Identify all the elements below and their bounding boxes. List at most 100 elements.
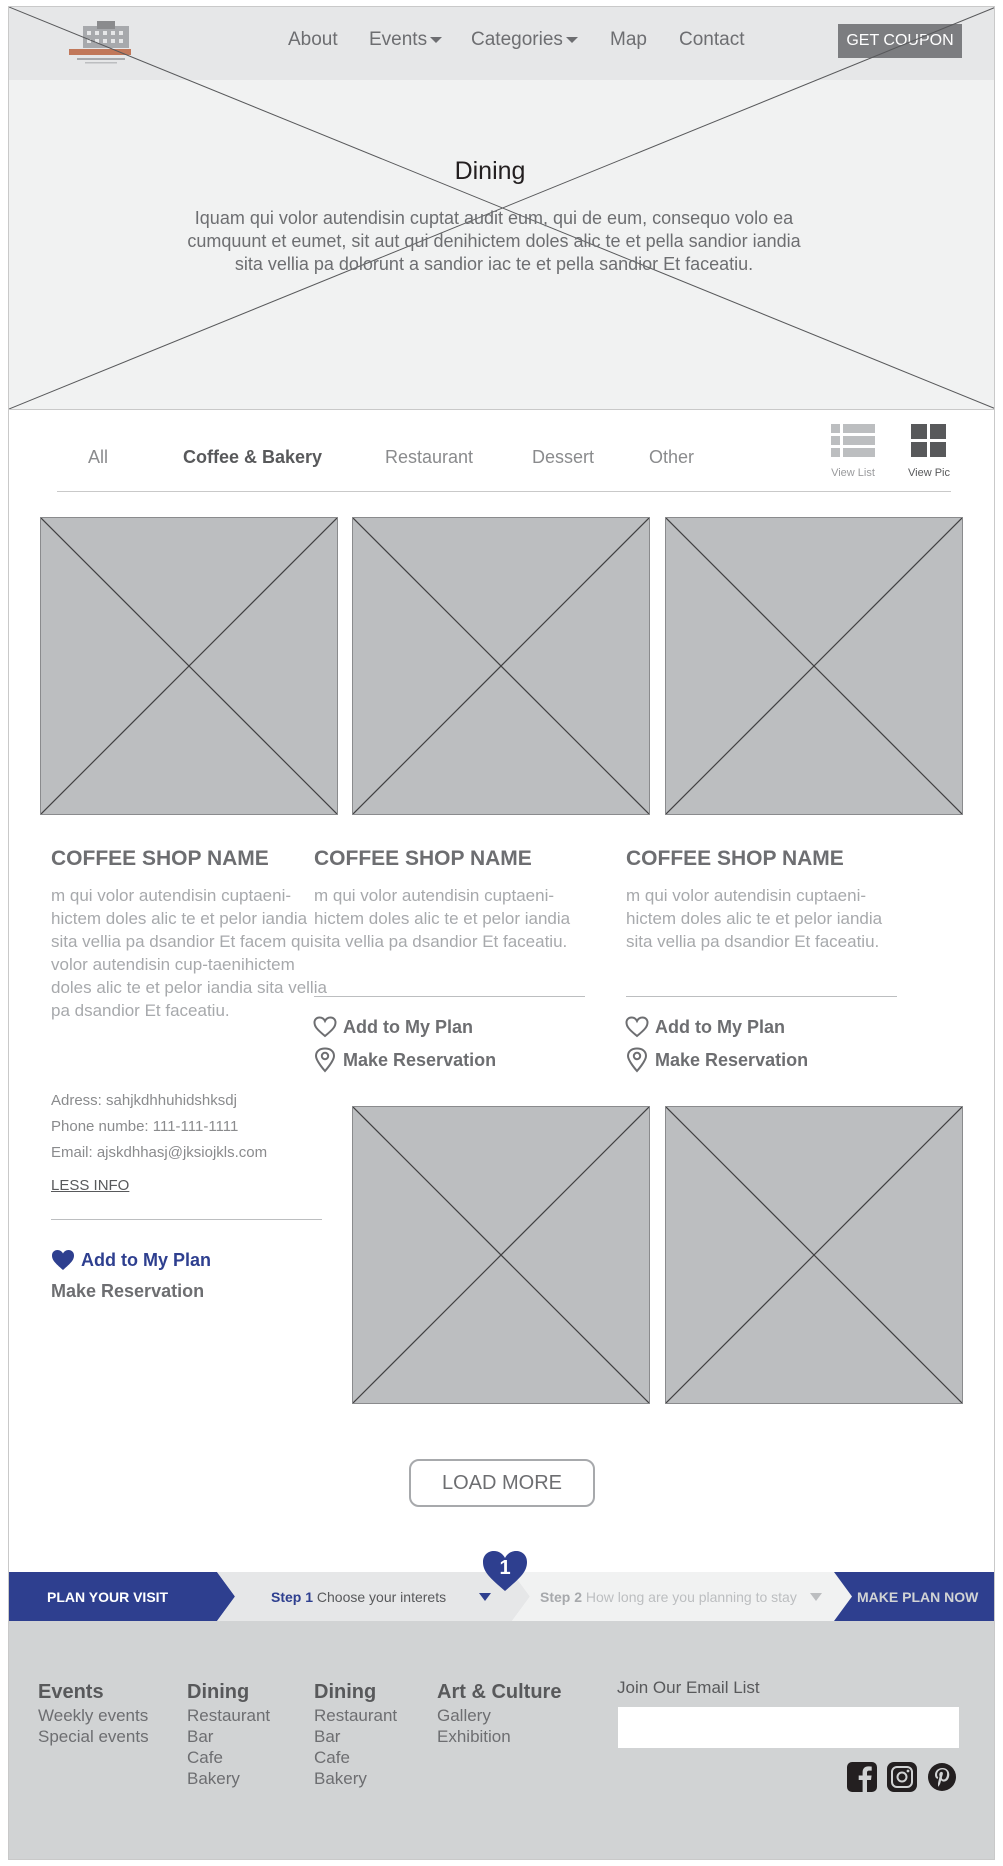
- card-3-make-reservation[interactable]: Make Reservation: [625, 1047, 808, 1073]
- filter-tab-coffee-bakery[interactable]: Coffee & Bakery: [183, 447, 322, 468]
- filter-divider: [57, 491, 951, 492]
- dropdown-caret-icon: [430, 36, 443, 43]
- card-1-title[interactable]: COFFEE SHOP NAME: [51, 847, 269, 871]
- logo-image[interactable]: [69, 18, 149, 66]
- view-pic-label: View Pic: [908, 467, 950, 479]
- card-2-add-to-plan-label: Add to My Plan: [343, 1016, 473, 1037]
- step-1-text: Choose your interets: [316, 1589, 447, 1605]
- card-3-divider: [626, 996, 897, 997]
- email-input[interactable]: [617, 1706, 960, 1749]
- filter-tab-dessert[interactable]: Dessert: [532, 447, 594, 468]
- footer-link[interactable]: Special events: [38, 1726, 149, 1747]
- card-2-image[interactable]: [352, 517, 650, 815]
- footer-column-events: Events Weekly events Special events: [38, 1679, 149, 1747]
- facebook-icon[interactable]: [847, 1762, 877, 1792]
- step-2-label: Step 2: [540, 1589, 583, 1605]
- image-placeholder-cross: [353, 518, 649, 814]
- get-coupon-button[interactable]: GET COUPON: [838, 24, 962, 58]
- step-2-selector[interactable]: Step 2 How long are you planning to stay: [540, 1589, 797, 1605]
- footer-link[interactable]: Bar: [314, 1726, 397, 1747]
- footer-link[interactable]: Bar: [187, 1726, 270, 1747]
- nav-categories-label: Categories: [471, 29, 563, 50]
- footer-link[interactable]: Restaurant: [187, 1705, 270, 1726]
- footer-link[interactable]: Cafe: [314, 1747, 397, 1768]
- footer-heading: Art & Culture: [437, 1681, 562, 1703]
- grid-view-icon: [911, 424, 946, 457]
- heart-outline-icon: [313, 1016, 337, 1038]
- footer-heading: Dining: [187, 1681, 250, 1703]
- load-more-button[interactable]: LOAD MORE: [409, 1459, 595, 1507]
- view-list-button[interactable]: View List: [828, 424, 878, 479]
- image-placeholder-cross: [666, 518, 962, 814]
- footer-link[interactable]: Cafe: [187, 1747, 270, 1768]
- footer-heading: Events: [38, 1681, 104, 1703]
- filter-tab-restaurant[interactable]: Restaurant: [385, 447, 473, 468]
- card-1-image[interactable]: [40, 517, 338, 815]
- list-view-icon: [831, 424, 875, 457]
- step-2-text: How long are you planning to stay: [585, 1589, 797, 1605]
- image-placeholder-cross: [41, 518, 337, 814]
- page-title: Dining: [454, 157, 526, 185]
- plan-count-badge[interactable]: 1: [482, 1550, 528, 1592]
- location-pin-icon: [626, 1047, 648, 1073]
- footer: Events Weekly events Special events Dini…: [9, 1621, 994, 1859]
- step-1-label: Step 1: [271, 1589, 314, 1605]
- card-2-make-reservation[interactable]: Make Reservation: [313, 1047, 496, 1073]
- pinterest-icon[interactable]: [927, 1762, 957, 1792]
- card-3-title[interactable]: COFFEE SHOP NAME: [626, 847, 844, 871]
- footer-link[interactable]: Gallery: [437, 1705, 561, 1726]
- footer-link[interactable]: Bakery: [187, 1768, 270, 1789]
- top-navbar: About Events Categories Map Contact GET …: [9, 7, 994, 80]
- filter-tab-other[interactable]: Other: [649, 447, 694, 468]
- footer-link[interactable]: Exhibition: [437, 1726, 561, 1747]
- card-2-title[interactable]: COFFEE SHOP NAME: [314, 847, 532, 871]
- card-3-add-to-plan[interactable]: Add to My Plan: [625, 1016, 785, 1038]
- card-1-add-to-plan-label: Add to My Plan: [81, 1249, 211, 1270]
- plan-count-value: 1: [499, 1557, 511, 1579]
- card-3-image[interactable]: [665, 517, 963, 815]
- card-1-make-reservation-label: Make Reservation: [51, 1281, 205, 1301]
- card-1-description: m qui volor autendisin cuptaeni-hictem d…: [51, 886, 327, 1020]
- dropdown-caret-icon: [565, 36, 578, 43]
- footer-link[interactable]: Bakery: [314, 1768, 397, 1789]
- nav-contact[interactable]: Contact: [679, 29, 744, 51]
- instagram-icon[interactable]: [887, 1762, 917, 1792]
- nav-categories[interactable]: Categories: [471, 29, 578, 51]
- hero-section: About Events Categories Map Contact GET …: [9, 7, 994, 410]
- nav-map[interactable]: Map: [610, 29, 647, 51]
- image-placeholder-cross: [353, 1107, 649, 1403]
- less-info-link[interactable]: LESS INFO: [51, 1177, 129, 1194]
- card-2-description: m qui volor autendisin cuptaeni-hictem d…: [314, 886, 571, 951]
- card-1-address: Adress: sahjkdhhuhidshksdj: [51, 1092, 237, 1109]
- nav-about[interactable]: About: [288, 29, 338, 51]
- location-pin-icon: [314, 1047, 336, 1073]
- card-3-add-to-plan-label: Add to My Plan: [655, 1016, 785, 1037]
- plan-your-visit-label: PLAN YOUR VISIT: [47, 1589, 169, 1605]
- view-pic-button[interactable]: View Pic: [904, 424, 954, 479]
- footer-column-dining: Dining Restaurant Bar Cafe Bakery: [187, 1679, 270, 1789]
- chevron-down-icon[interactable]: [479, 1593, 491, 1601]
- chevron-down-icon[interactable]: [810, 1593, 822, 1601]
- nav-events[interactable]: Events: [369, 29, 443, 51]
- hero-description: Iquam qui volor autendisin cuptat audit …: [187, 208, 801, 274]
- footer-heading: Dining: [314, 1681, 377, 1703]
- step-1-selector[interactable]: Step 1 Choose your interets: [271, 1589, 446, 1605]
- footer-link[interactable]: Restaurant: [314, 1705, 397, 1726]
- image-placeholder-cross: [666, 1107, 962, 1403]
- heart-outline-icon: [625, 1016, 649, 1038]
- nav-events-label: Events: [369, 29, 428, 50]
- card-1-email: Email: ajskdhhasj@jksiojkls.com: [51, 1144, 268, 1161]
- heart-filled-icon: [52, 1250, 74, 1270]
- card-1-add-to-plan[interactable]: Add to My Plan: [51, 1249, 211, 1271]
- card-1-make-reservation[interactable]: Make Reservation: [51, 1281, 204, 1302]
- card-3-description: m qui volor autendisin cuptaeni-hictem d…: [626, 886, 883, 951]
- card-2-add-to-plan[interactable]: Add to My Plan: [313, 1016, 473, 1038]
- card-4-image[interactable]: [352, 1106, 650, 1404]
- make-plan-now-button[interactable]: MAKE PLAN NOW: [857, 1589, 978, 1605]
- card-5-image[interactable]: [665, 1106, 963, 1404]
- footer-column-art-culture: Art & Culture Gallery Exhibition: [437, 1679, 561, 1747]
- filter-tab-all[interactable]: All: [88, 447, 108, 468]
- footer-link[interactable]: Weekly events: [38, 1705, 149, 1726]
- card-3-make-reservation-label: Make Reservation: [655, 1049, 809, 1070]
- email-list-label: Join Our Email List: [617, 1678, 760, 1697]
